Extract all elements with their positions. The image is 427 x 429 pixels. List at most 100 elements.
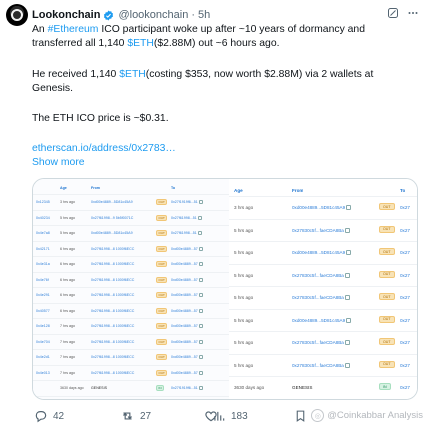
tx-from-link[interactable]: 0x27f61998...8 1000f6ECC	[91, 309, 151, 313]
copy-icon[interactable]	[346, 205, 352, 211]
tx-from-link[interactable]: 0x27f61998...8 1000f6ECC	[91, 371, 151, 375]
copy-icon[interactable]	[344, 340, 350, 346]
copy-icon[interactable]	[198, 293, 203, 298]
tx-from-link[interactable]: 0x27830c5f...faeCDA8Ba	[292, 340, 374, 346]
copy-icon[interactable]	[346, 317, 352, 323]
tx-to-link[interactable]: 0x27f1919f6...51	[171, 386, 223, 391]
grok-icon[interactable]	[387, 7, 399, 19]
tx-to-link[interactable]: 0x27	[400, 250, 417, 255]
tx-from-link[interactable]: 0xd00e4889...5D81c45A9	[91, 231, 151, 235]
etherscan-link[interactable]: etherscan.io/address/0x2783…	[32, 142, 412, 156]
tx-hash-link[interactable]: 0x4e128	[36, 324, 50, 328]
cashtag-link[interactable]: $ETH	[127, 38, 154, 49]
tx-to-link[interactable]: 0xd00e4889...57	[171, 309, 223, 313]
copy-icon[interactable]	[197, 215, 202, 220]
tx-to-link[interactable]: 0xd00e4889...57	[171, 371, 223, 375]
author-handle[interactable]: @lookonchain	[118, 9, 188, 21]
tx-from-link[interactable]: 0x27830c5f...faeCDA8Ba	[292, 228, 374, 233]
copy-icon[interactable]	[198, 277, 203, 282]
tx-to-link[interactable]: 0x27	[400, 318, 417, 323]
tx-age: 7 hrs ago	[60, 370, 75, 375]
copy-icon[interactable]	[344, 272, 350, 278]
tweet-time[interactable]: 5h	[198, 9, 210, 21]
copy-icon[interactable]	[198, 386, 203, 391]
tx-to-link[interactable]: 0x27f61998...51	[171, 216, 223, 220]
copy-icon[interactable]	[344, 362, 350, 368]
tx-to-link[interactable]: 0xd00e4889...57	[171, 262, 223, 267]
tx-from-link[interactable]: 0x27f61998...8 1000f6ECC	[91, 278, 151, 282]
tx-from-link[interactable]: 0x27830c5f...faeCDA8Ba	[292, 273, 374, 278]
reply-button[interactable]: 42	[34, 407, 64, 425]
tx-hash-link[interactable]: 0x12345	[36, 200, 50, 204]
tx-from-link[interactable]: 0x27f61998...8 1000f6ECC	[91, 247, 151, 251]
tx-to-link[interactable]: 0xd00e4889...57	[171, 355, 223, 360]
tx-direction-cell: OUT	[156, 230, 168, 236]
tx-hash-link[interactable]: 0x4e31a	[36, 262, 50, 266]
tx-from-link[interactable]: 0x27f61998...8 1000f6ECC	[91, 355, 151, 359]
tx-from-link[interactable]: 0xd00e4889...5D81c45A9	[292, 205, 374, 211]
attached-image[interactable]: Age From To 0x12345 3 hrs ago 0xd00e4889...5D…	[32, 178, 418, 400]
retweet-button[interactable]: 27	[120, 407, 151, 425]
tx-hash-link[interactable]: 0x40577	[36, 309, 50, 313]
tx-hash-link[interactable]: 0x4e291	[36, 293, 50, 297]
tx-direction-cell: OUT	[156, 307, 168, 314]
copy-icon[interactable]	[197, 231, 202, 236]
tx-from-link[interactable]: GENESIS	[292, 385, 374, 390]
tx-to-link[interactable]: 0x27	[400, 273, 417, 278]
tx-from-link[interactable]: 0x27f61998...8 1000f6ECC	[91, 293, 151, 297]
copy-icon[interactable]	[198, 324, 203, 329]
tx-hash-link[interactable]: 0x42171	[36, 247, 50, 251]
copy-icon[interactable]	[198, 246, 203, 251]
copy-icon[interactable]	[198, 370, 203, 375]
table-row: 5 hrs ago 0xd00e4889...5D81c45A9 OUT 0x27	[229, 310, 417, 332]
tx-from-link[interactable]: 0xd00e4889...5D81c45A9	[292, 318, 374, 323]
tx-hash-link[interactable]: 0x40234	[36, 216, 50, 220]
tx-to-link[interactable]: 0xd00e4889...57	[171, 293, 223, 298]
tx-from-link[interactable]: 0xd00e4889...5D81c45A9	[91, 200, 151, 204]
tx-age: 6 hrs ago	[60, 246, 75, 251]
tx-to-link[interactable]: 0xd00e4889...57	[171, 324, 223, 329]
cashtag-link[interactable]: $ETH	[119, 69, 146, 80]
tx-hash-link[interactable]: 0x4e2d1	[36, 355, 50, 359]
more-options-icon[interactable]	[407, 7, 419, 19]
copy-icon[interactable]	[344, 295, 350, 301]
tx-to-link[interactable]: 0x27	[400, 363, 417, 368]
tx-to-link[interactable]: 0xd00e4889...57	[171, 247, 223, 251]
tx-hash-link[interactable]: 0x4e013	[36, 371, 50, 375]
copy-icon[interactable]	[344, 227, 350, 233]
tx-to-link[interactable]: 0xd00e4889...57	[171, 278, 223, 282]
tx-from-link[interactable]: 0x27f61998...9 5b5f0071C	[91, 216, 151, 220]
tx-from-link[interactable]: 0x27f61998...8 1000f6ECC	[91, 262, 151, 266]
tx-hash-link[interactable]: 0x4e7a8	[36, 231, 50, 235]
tx-from-link[interactable]: 0x27830c5f...faeCDA8Ba	[292, 295, 374, 301]
tx-to-link[interactable]: 0x27	[400, 228, 417, 233]
tx-hash-link[interactable]: 0x4e76f	[36, 278, 49, 282]
tx-from-link[interactable]: 0x27f61998...8 1000f6ECC	[91, 324, 151, 328]
author-avatar[interactable]	[6, 4, 28, 26]
tx-from-link[interactable]: 0x27830c5f...faeCDA8Ba	[292, 363, 374, 368]
tx-to-link[interactable]: 0x27	[400, 385, 417, 390]
tx-to-link[interactable]: 0xd00e4889...57	[171, 340, 223, 344]
copy-icon[interactable]	[198, 262, 203, 267]
copy-icon[interactable]	[198, 355, 203, 360]
tx-hash-link[interactable]: 0x4e704	[36, 340, 50, 344]
tx-to-link[interactable]: 0x27f1919f6...51	[171, 200, 223, 205]
tx-to-link[interactable]: 0x27	[400, 205, 417, 210]
direction-badge: OUT	[156, 214, 168, 221]
tx-age: 5 hrs ago	[60, 231, 75, 235]
tx-from-link[interactable]: 0xd00e4889...5D81c45A9	[292, 250, 374, 256]
show-more-link[interactable]: Show more	[32, 156, 412, 170]
tx-to-link[interactable]: 0x27	[400, 295, 417, 300]
copy-icon[interactable]	[198, 339, 203, 344]
bookmark-button[interactable]	[294, 407, 307, 425]
hashtag-link[interactable]: #Ethereum	[48, 24, 99, 35]
tx-from-link[interactable]: 0x27f61998...8 1000f6ECC	[91, 340, 151, 344]
author-name[interactable]: Lookonchain	[32, 9, 100, 21]
tx-to-link[interactable]: 0x27f61998...51	[171, 231, 223, 236]
views-button[interactable]: 183	[212, 407, 248, 425]
tx-to-link[interactable]: 0x27	[400, 340, 417, 345]
copy-icon[interactable]	[198, 308, 203, 313]
copy-icon[interactable]	[346, 250, 352, 256]
copy-icon[interactable]	[198, 200, 203, 205]
tx-from-link[interactable]: GENESIS	[91, 386, 151, 390]
